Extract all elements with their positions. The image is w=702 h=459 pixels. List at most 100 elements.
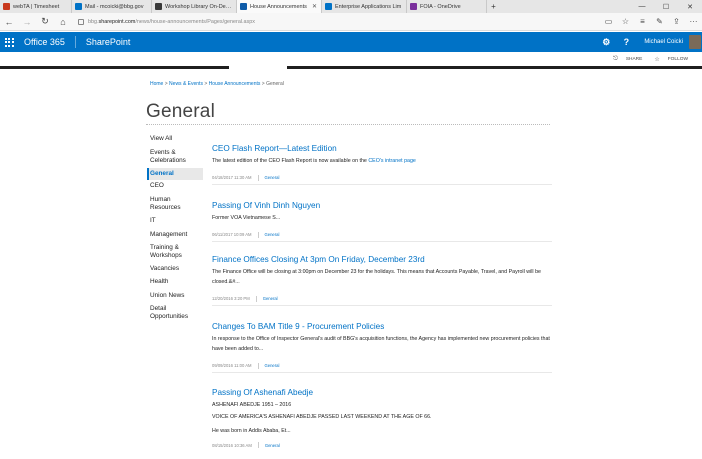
tab-label: Workshop Library On-Deman	[165, 3, 232, 10]
article-title-link[interactable]: Changes To BAM Title 9 - Procurement Pol…	[212, 322, 552, 332]
meta-divider	[255, 295, 257, 302]
app-launcher-icon[interactable]	[0, 32, 18, 52]
breadcrumb-house-link[interactable]: House Announcements	[209, 81, 261, 87]
address-bar[interactable]: bbg. sharepoint.com/news/house-announceme…	[72, 15, 600, 28]
nav-item-union-news[interactable]: Union News	[147, 290, 203, 302]
article-category-link[interactable]: General	[265, 175, 280, 180]
office365-brand[interactable]: Office 365	[18, 37, 75, 47]
outlook-favicon-icon	[325, 3, 332, 10]
browser-tab-foia[interactable]: FOIA - OneDrive	[407, 0, 487, 13]
meta-divider	[257, 362, 259, 369]
nav-item-it[interactable]: IT	[147, 215, 203, 227]
share-icon[interactable]: ⇪	[668, 17, 685, 26]
article-title-link[interactable]: CEO Flash Report—Latest Edition	[212, 144, 552, 154]
maximize-icon[interactable]: ☐	[654, 0, 678, 13]
article-category-link[interactable]: General	[263, 296, 278, 301]
article-meta: 12/20/2016 3:20 PM General	[212, 295, 552, 302]
article-summary-line: VOICE OF AMERICA'S ASHENAFI ABEDJE PASSE…	[212, 413, 432, 420]
breadcrumb-news-link[interactable]: News & Events	[169, 81, 203, 87]
forward-arrow-icon[interactable]: →	[18, 13, 36, 31]
tab-label: webTA | Timesheet	[13, 3, 60, 10]
ribbon-bar	[0, 66, 702, 69]
user-name[interactable]: Michael Coicki	[636, 39, 689, 45]
address-domain: sharepoint.com	[98, 18, 136, 25]
reading-view-icon[interactable]: ▭	[600, 17, 617, 26]
ceo-intranet-link[interactable]: CEO's intranet page	[368, 158, 416, 164]
back-arrow-icon[interactable]: ←	[0, 13, 18, 31]
article-date: 12/20/2016 3:20 PM	[212, 296, 250, 302]
nav-item-general[interactable]: General	[147, 167, 203, 180]
web-note-icon[interactable]: ✎	[651, 17, 668, 26]
tab-label: House Announcements	[250, 3, 307, 10]
hub-icon[interactable]: ≡	[634, 17, 651, 26]
settings-gear-icon[interactable]: ⚙	[596, 32, 616, 52]
nav-item-health[interactable]: Health	[147, 276, 203, 288]
favorite-star-icon[interactable]: ☆	[617, 17, 634, 26]
article-date: 06/11/2017 10:09 AM	[212, 232, 252, 238]
nav-item-vacancies[interactable]: Vacancies	[147, 263, 203, 275]
article-title-link[interactable]: Finance Offices Closing At 3pm On Friday…	[212, 255, 552, 265]
close-tab-icon[interactable]: ✕	[312, 3, 317, 10]
browser-tab-webta[interactable]: webTA | Timesheet	[0, 0, 72, 13]
nav-item-human-resources[interactable]: Human Resources	[147, 194, 203, 214]
article-divider	[212, 371, 552, 373]
left-navigation: View All Events & Celebrations General C…	[147, 133, 203, 323]
nav-item-ceo[interactable]: CEO	[147, 180, 203, 192]
browser-tab-mail[interactable]: Mail - mcoicki@bbg.gov	[72, 0, 152, 13]
article-title-link[interactable]: Passing Of Vinh Dinh Nguyen	[212, 201, 552, 211]
browser-tab-enterprise[interactable]: Enterprise Applications Lim	[322, 0, 407, 13]
onedrive-favicon-icon	[410, 3, 417, 10]
article-title-link[interactable]: Passing Of Ashenafi Abedje	[212, 388, 552, 398]
new-tab-button[interactable]: +	[487, 0, 501, 13]
article-summary: The latest edition of the CEO Flash Repo…	[212, 157, 552, 167]
article-summary: In response to the Office of Inspector G…	[212, 336, 550, 352]
list-item: Finance Offices Closing At 3pm On Friday…	[212, 255, 552, 306]
minimize-icon[interactable]: —	[630, 0, 654, 13]
nav-item-events-celebrations[interactable]: Events & Celebrations	[147, 147, 203, 167]
article-summary-line: ASHENAFI ABEDJE 1951 – 2016	[212, 402, 292, 408]
title-divider	[146, 124, 550, 125]
breadcrumb-separator: >	[204, 81, 208, 87]
article-meta: 06/11/2017 10:09 AM General	[212, 231, 552, 238]
list-item: CEO Flash Report—Latest Edition The late…	[212, 144, 552, 185]
share-button[interactable]: ⎋ SHARE	[607, 56, 642, 63]
article-summary-text: The latest edition of the CEO Flash Repo…	[212, 158, 369, 164]
article-summary: The Finance Office will be closing at 3:…	[212, 269, 541, 285]
avatar[interactable]	[689, 35, 701, 49]
meta-divider	[257, 231, 259, 238]
home-icon[interactable]: ⌂	[54, 13, 72, 31]
address-prefix: bbg.	[88, 18, 99, 25]
tab-label: Mail - mcoicki@bbg.gov	[85, 3, 144, 10]
share-label: SHARE	[625, 57, 643, 62]
nav-item-view-all[interactable]: View All	[147, 133, 203, 145]
article-divider	[212, 183, 552, 185]
browser-toolbar-icons: ▭ ☆ ≡ ✎ ⇪ ···	[600, 17, 702, 26]
article-date: 09/09/2016 11:00 AM	[212, 363, 252, 369]
browser-tab-workshop[interactable]: Workshop Library On-Deman	[152, 0, 237, 13]
follow-button[interactable]: ☆ FOLLOW	[648, 56, 688, 63]
nav-item-detail-opportunities[interactable]: Detail Opportunities	[147, 303, 203, 323]
article-category-link[interactable]: General	[265, 363, 280, 368]
breadcrumb-current: General	[266, 81, 284, 87]
page-actions: ⎋ SHARE ☆ FOLLOW	[601, 56, 688, 63]
breadcrumb-home-link[interactable]: Home	[150, 81, 163, 87]
article-summary: Former VOA Vietnamese S...	[212, 215, 281, 221]
refresh-icon[interactable]: ↻	[36, 13, 54, 31]
browser-tab-house-announcements[interactable]: House Announcements ✕	[237, 0, 322, 13]
outlook-favicon-icon	[75, 3, 82, 10]
help-icon[interactable]: ?	[616, 32, 636, 52]
article-category-link[interactable]: General	[265, 443, 280, 448]
nav-item-management[interactable]: Management	[147, 229, 203, 241]
nav-item-training-workshops[interactable]: Training & Workshops	[147, 242, 203, 262]
article-meta: 09/09/2016 11:00 AM General	[212, 362, 552, 369]
article-category-link[interactable]: General	[265, 232, 280, 237]
sharepoint-favicon-icon	[240, 3, 247, 10]
lock-icon	[78, 18, 84, 25]
sharepoint-product-link[interactable]: SharePoint	[74, 36, 130, 48]
article-date: 08/15/2016 10:36 AM	[212, 442, 252, 448]
breadcrumb-separator: >	[261, 81, 265, 87]
meta-divider	[257, 174, 259, 181]
follow-label: FOLLOW	[667, 57, 688, 62]
close-window-icon[interactable]: ✕	[678, 0, 702, 13]
more-icon[interactable]: ···	[685, 17, 702, 26]
